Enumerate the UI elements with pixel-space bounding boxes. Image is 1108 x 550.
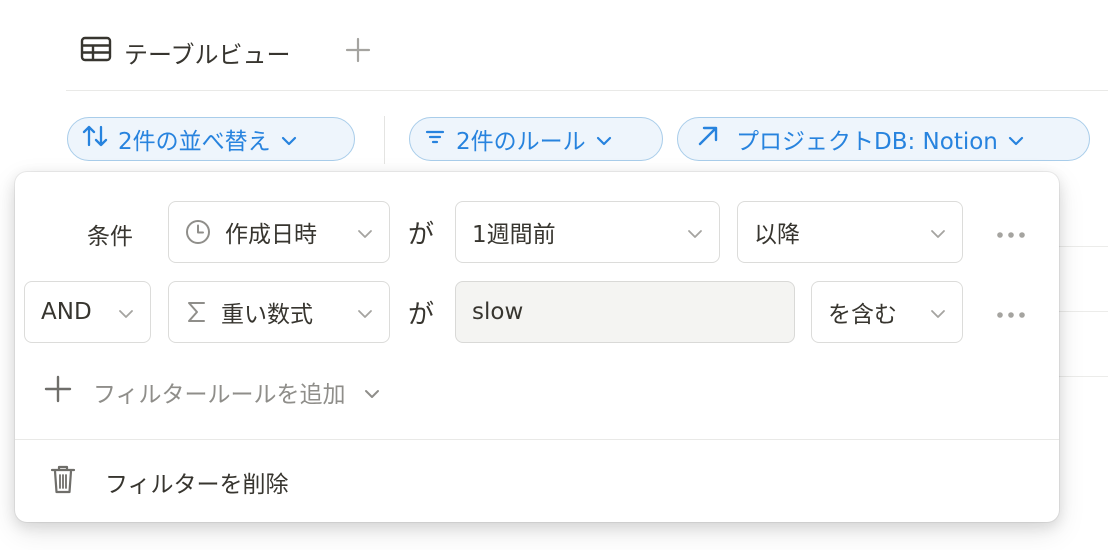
- chevron-down-icon: [357, 299, 373, 325]
- operator-select[interactable]: 以降: [737, 201, 963, 263]
- view-tab-table[interactable]: テーブルビュー: [80, 34, 291, 70]
- conjunction-value: AND: [41, 299, 92, 325]
- sigma-icon: [185, 299, 207, 325]
- table-row-line: [1059, 311, 1108, 312]
- chevron-down-icon: [930, 219, 946, 245]
- operator-value: を含む: [828, 302, 897, 328]
- filter-chip[interactable]: 2件のルール: [409, 117, 663, 161]
- chevron-down-icon: [687, 219, 703, 245]
- operator-value: 以降: [754, 222, 800, 248]
- property-select-value: 重い数式: [221, 302, 313, 328]
- table-row-line: [1059, 246, 1108, 247]
- add-filter-rule-button[interactable]: フィルタールールを追加: [41, 372, 380, 412]
- view-tab-label: テーブルビュー: [124, 40, 291, 69]
- conjunction-select[interactable]: AND: [24, 281, 151, 343]
- chevron-down-icon: [596, 126, 612, 152]
- more-horizontal-icon: [996, 224, 1026, 243]
- arrow-up-right-icon: [696, 124, 720, 154]
- plus-icon: [345, 37, 371, 67]
- sort-chip-label: 2件の並べ替え: [118, 129, 271, 155]
- view-header-divider: [66, 90, 1108, 91]
- rule-more-button[interactable]: [991, 218, 1031, 248]
- verb-label: が: [408, 220, 435, 250]
- property-select-value: 作成日時: [225, 222, 317, 248]
- delete-filter-button[interactable]: フィルターを削除: [49, 462, 289, 502]
- source-chip-label: プロジェクトDB: Notion: [736, 129, 998, 155]
- clock-icon: [185, 219, 211, 245]
- filter-chip-label: 2件のルール: [456, 129, 586, 155]
- chevron-down-icon: [1008, 126, 1024, 152]
- chevron-down-icon: [930, 299, 946, 325]
- verb-label: が: [408, 300, 435, 330]
- add-filter-rule-label: フィルタールールを追加: [93, 382, 346, 408]
- condition-label: 条件: [87, 224, 133, 250]
- operator-select[interactable]: を含む: [811, 281, 963, 343]
- filter-popover: 条件 作成日時 が 1週間前 以降 AND 重い数式 が slow を含む フィ…: [15, 172, 1059, 522]
- add-view-button[interactable]: [342, 34, 374, 70]
- plus-icon: [41, 372, 75, 412]
- table-icon: [80, 36, 112, 68]
- chevron-down-icon: [364, 379, 380, 405]
- property-select[interactable]: 重い数式: [168, 281, 390, 343]
- text-value-input[interactable]: slow: [455, 281, 795, 343]
- filter-lines-icon: [424, 126, 446, 152]
- popover-divider: [15, 439, 1059, 440]
- trash-icon: [49, 463, 77, 501]
- sort-arrows-icon: [82, 124, 108, 154]
- sort-chip[interactable]: 2件の並べ替え: [67, 117, 355, 161]
- chevron-down-icon: [281, 126, 297, 152]
- text-value: slow: [472, 299, 524, 325]
- property-select[interactable]: 作成日時: [168, 201, 390, 263]
- delete-filter-label: フィルターを削除: [105, 472, 289, 498]
- more-horizontal-icon: [996, 304, 1026, 323]
- chevron-down-icon: [357, 219, 373, 245]
- chevron-down-icon: [118, 299, 134, 325]
- chip-divider: [384, 116, 385, 164]
- date-value-select[interactable]: 1週間前: [455, 201, 720, 263]
- table-row-line: [1059, 376, 1108, 377]
- source-chip[interactable]: プロジェクトDB: Notion: [677, 117, 1090, 161]
- rule-more-button[interactable]: [991, 298, 1031, 328]
- date-value: 1週間前: [472, 222, 556, 248]
